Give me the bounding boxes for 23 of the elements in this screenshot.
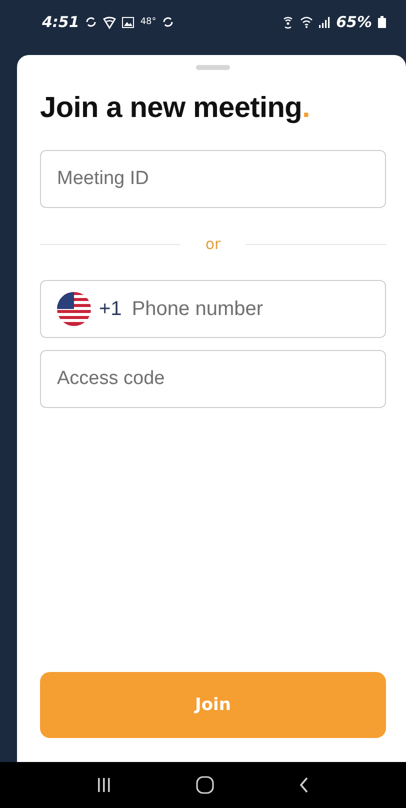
or-divider-label: or — [204, 235, 222, 253]
temperature: 48° — [140, 17, 156, 27]
image-icon — [122, 16, 134, 28]
country-code[interactable]: +1 — [99, 298, 122, 320]
sync-icon — [85, 16, 98, 28]
recent-apps-icon[interactable] — [97, 777, 112, 793]
drag-handle[interactable] — [196, 65, 230, 70]
shield-wifi-icon — [103, 16, 116, 28]
battery-icon — [378, 16, 386, 28]
home-icon[interactable] — [196, 776, 214, 794]
flag-icon[interactable] — [57, 292, 91, 326]
phone-number-input[interactable]: Phone number — [130, 298, 369, 320]
signal-icon — [319, 16, 330, 28]
wifi-icon — [300, 16, 314, 28]
status-time: 4:51 — [42, 13, 80, 31]
hotspot-icon — [282, 16, 294, 28]
back-icon[interactable] — [298, 777, 309, 793]
phone-number-field[interactable]: +1 Phone number — [40, 280, 386, 338]
battery-percentage: 65% — [336, 13, 372, 31]
meeting-id-field[interactable]: Meeting ID — [40, 150, 386, 208]
access-code-field[interactable]: Access code — [40, 350, 386, 408]
page-title: Join a new meeting. — [40, 92, 311, 125]
sync-icon — [162, 16, 174, 28]
